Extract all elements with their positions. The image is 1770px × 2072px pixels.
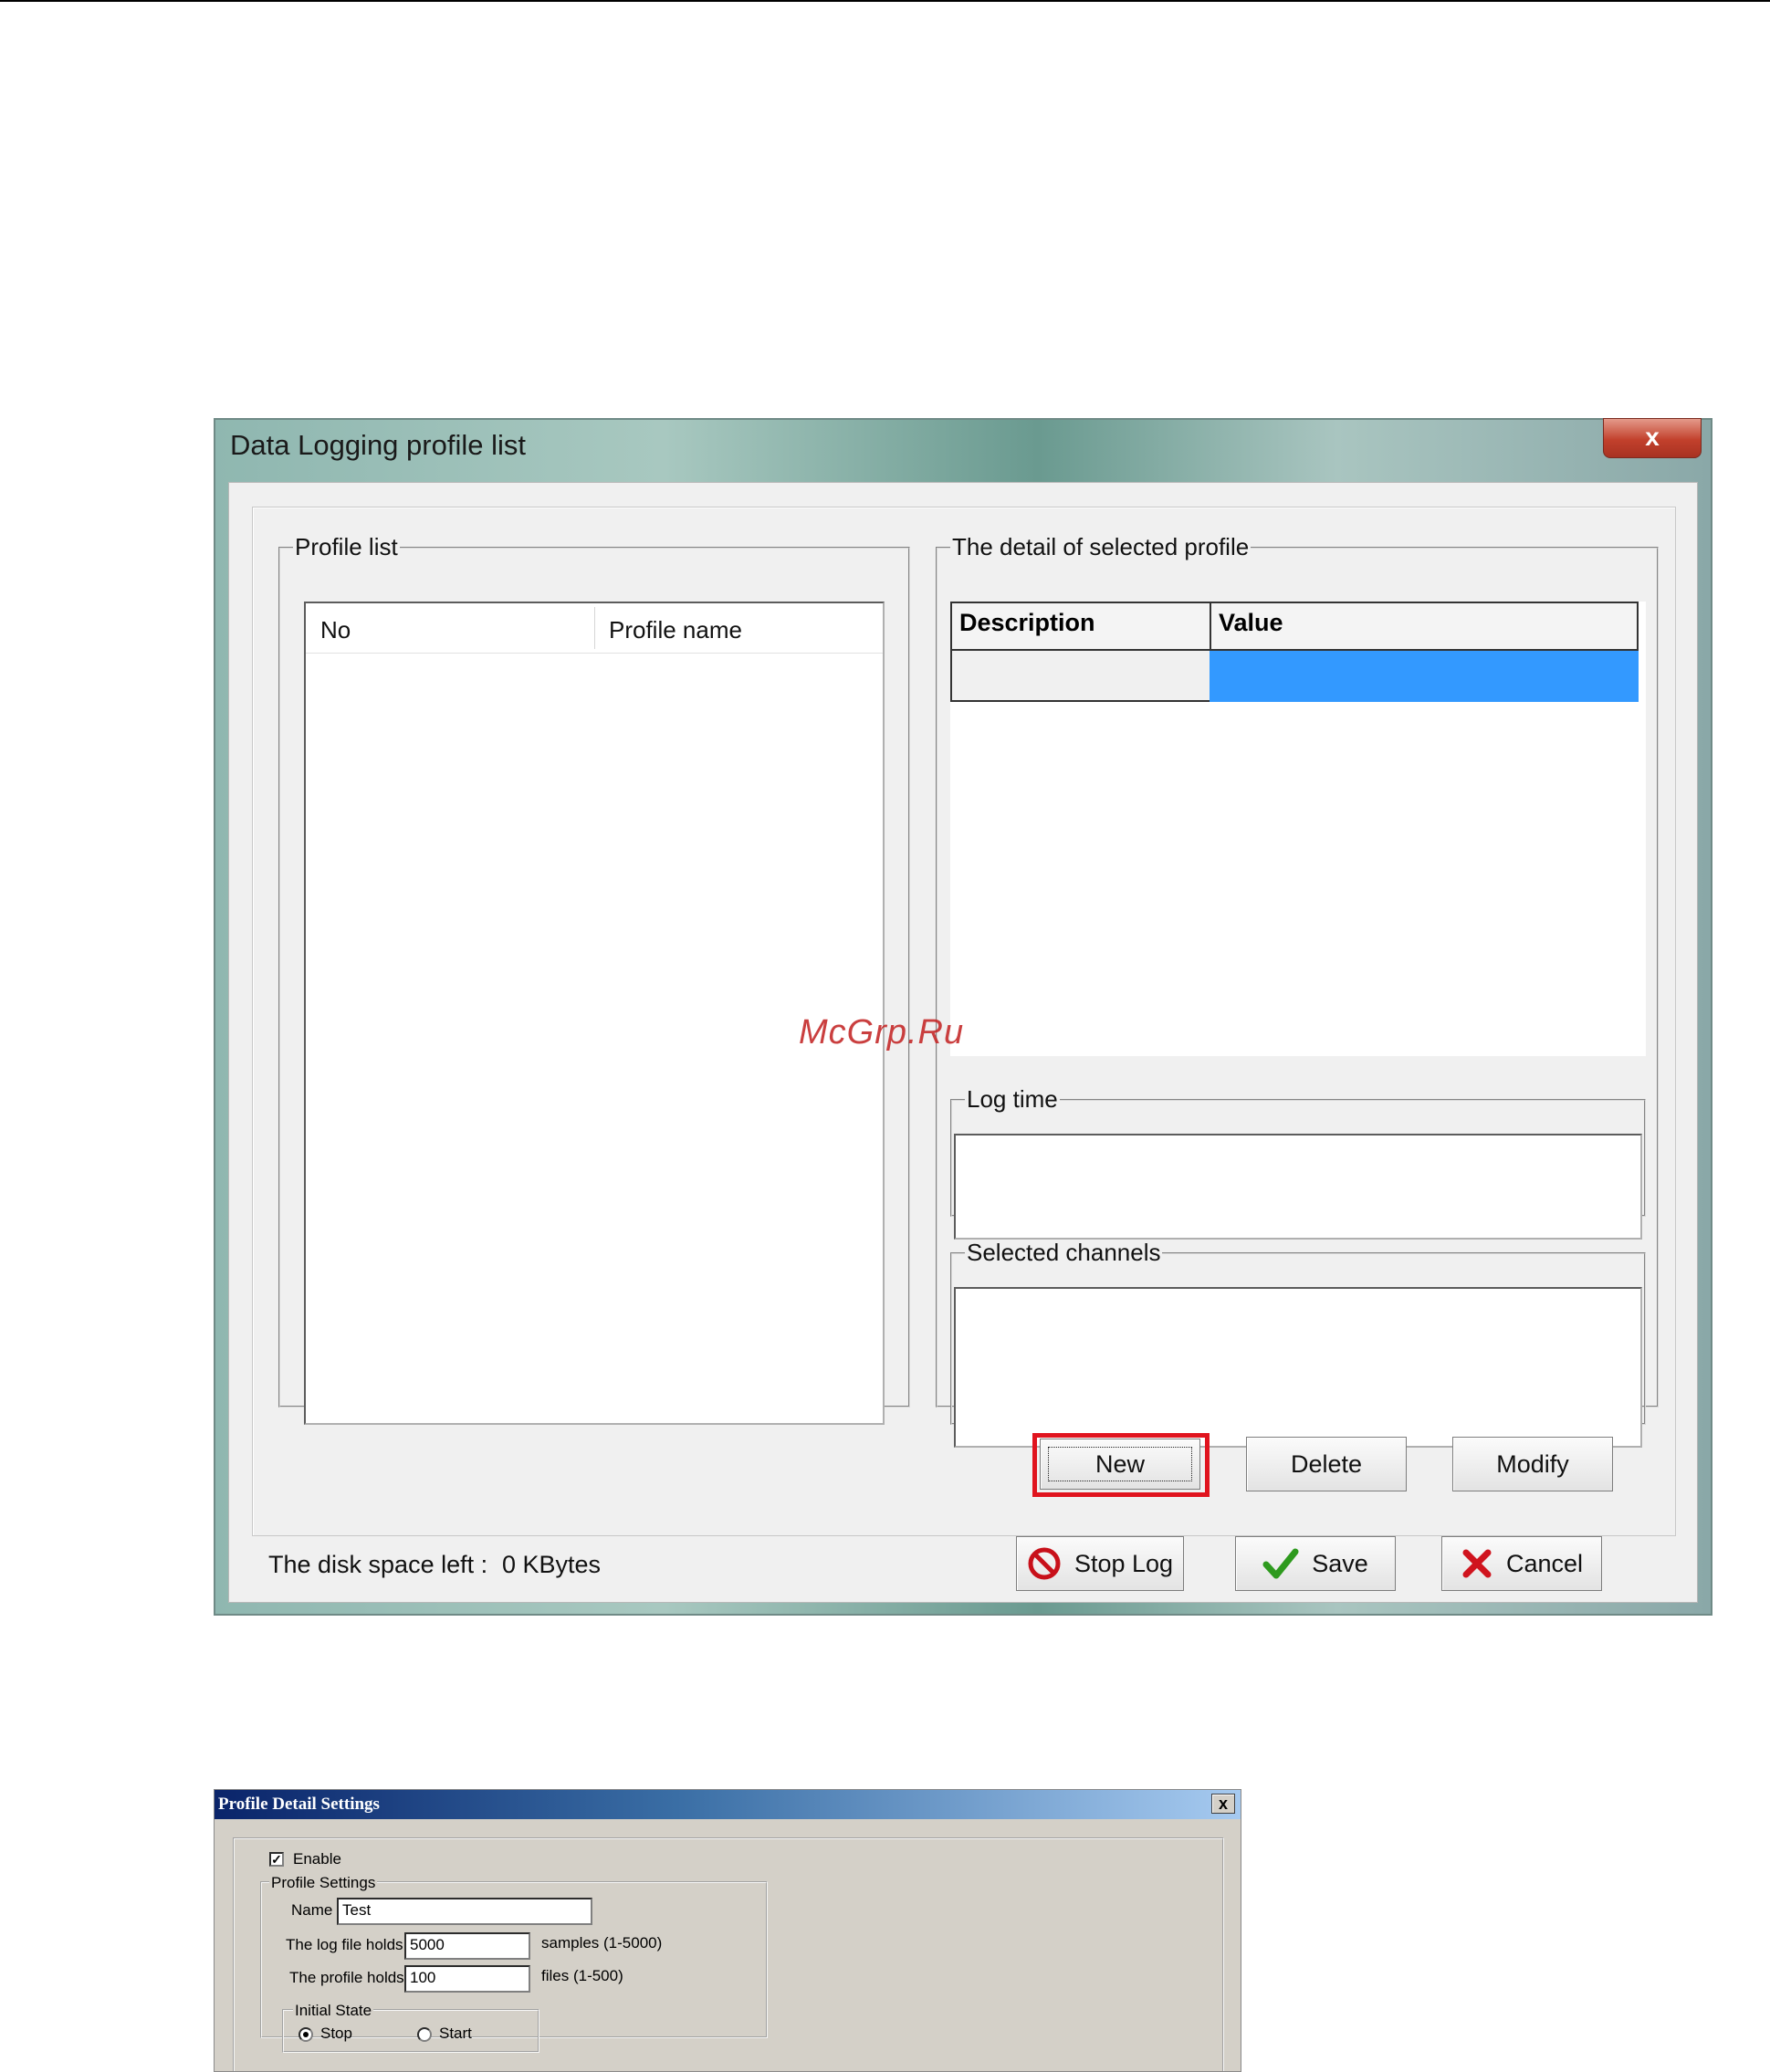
profile-detail-group: The detail of selected profile Descripti…	[936, 533, 1659, 1448]
profile-holds-unit: files (1-500)	[541, 1967, 623, 1984]
watermark-text: McGrp.Ru	[799, 1013, 965, 1052]
profile-settings-legend: Profile Settings	[269, 1874, 378, 1892]
log-time-legend: Log time	[967, 1085, 1058, 1113]
log-file-unit: samples (1-5000)	[541, 1934, 663, 1952]
profile-holds-label: The profile holds	[289, 1969, 404, 1986]
close-icon: x	[1645, 423, 1660, 451]
stop-log-label: Stop Log	[1074, 1549, 1174, 1577]
disk-space-label: The disk space left :	[268, 1551, 488, 1578]
delete-button-label: Delete	[1290, 1449, 1363, 1478]
save-button[interactable]: Save	[1235, 1536, 1396, 1591]
selected-channels-legend: Selected channels	[967, 1239, 1161, 1266]
profile-list-legend: Profile list	[295, 533, 398, 560]
column-separator[interactable]	[594, 607, 595, 649]
grid-header-value[interactable]: Value	[1210, 602, 1639, 651]
delete-button[interactable]: Delete	[1246, 1437, 1407, 1491]
page-top-rule	[0, 0, 1770, 2]
log-time-box[interactable]	[954, 1134, 1642, 1240]
checkmark-icon	[1262, 1548, 1299, 1579]
focus-rect	[1048, 1447, 1192, 1481]
stop-radio[interactable]	[298, 2027, 313, 2042]
cancel-button[interactable]: Cancel	[1441, 1536, 1602, 1591]
grid-header-description[interactable]: Description	[950, 602, 1211, 651]
grid-cell-value-selected[interactable]	[1210, 651, 1639, 702]
enable-label: Enable	[293, 1850, 341, 1868]
profile-holds-input[interactable]: 100	[404, 1965, 530, 1993]
profile-detail-legend: The detail of selected profile	[952, 533, 1250, 560]
log-time-group: Log time	[950, 1085, 1646, 1240]
log-file-holds-input[interactable]: 5000	[404, 1932, 530, 1960]
profile-list-header: No Profile name	[306, 603, 883, 654]
profile-detail-grid[interactable]: Description Value	[950, 602, 1646, 1056]
selected-channels-group: Selected channels	[950, 1239, 1646, 1448]
initial-state-legend: Initial State	[293, 2002, 374, 2020]
window2-close-button[interactable]: x	[1211, 1794, 1235, 1814]
stop-icon	[1028, 1547, 1061, 1580]
start-radio[interactable]	[417, 2027, 432, 2042]
profile-detail-settings-window: Profile Detail Settings x ✓ Enable Profi…	[214, 1789, 1241, 2072]
cross-icon	[1462, 1549, 1492, 1578]
log-file-holds-label: The log file holds	[286, 1936, 403, 1953]
column-header-no[interactable]: No	[320, 616, 351, 644]
enable-checkbox[interactable]: ✓	[269, 1852, 284, 1867]
save-button-label: Save	[1312, 1549, 1368, 1577]
disk-space-value: 0 KBytes	[502, 1551, 602, 1578]
cancel-button-label: Cancel	[1505, 1549, 1584, 1577]
name-label: Name	[291, 1901, 333, 1919]
start-radio-label: Start	[439, 2025, 472, 2042]
selected-channels-box[interactable]	[954, 1287, 1642, 1448]
close-button[interactable]: x	[1603, 418, 1702, 458]
window-title: Data Logging profile list	[230, 429, 526, 461]
modify-button-label: Modify	[1496, 1449, 1569, 1478]
name-input[interactable]: Test	[337, 1898, 592, 1925]
modify-button[interactable]: Modify	[1452, 1437, 1613, 1491]
column-header-profile-name[interactable]: Profile name	[609, 616, 742, 644]
stop-radio-label: Stop	[320, 2025, 352, 2042]
window2-title: Profile Detail Settings	[215, 1790, 1241, 1819]
new-button[interactable]: New	[1040, 1439, 1200, 1490]
grid-cell-description[interactable]	[950, 651, 1211, 702]
profile-list-group: Profile list No Profile name	[278, 533, 910, 1425]
profile-list-view[interactable]: No Profile name	[304, 602, 885, 1425]
stop-log-button[interactable]: Stop Log	[1016, 1536, 1184, 1591]
close-icon: x	[1218, 1795, 1228, 1813]
